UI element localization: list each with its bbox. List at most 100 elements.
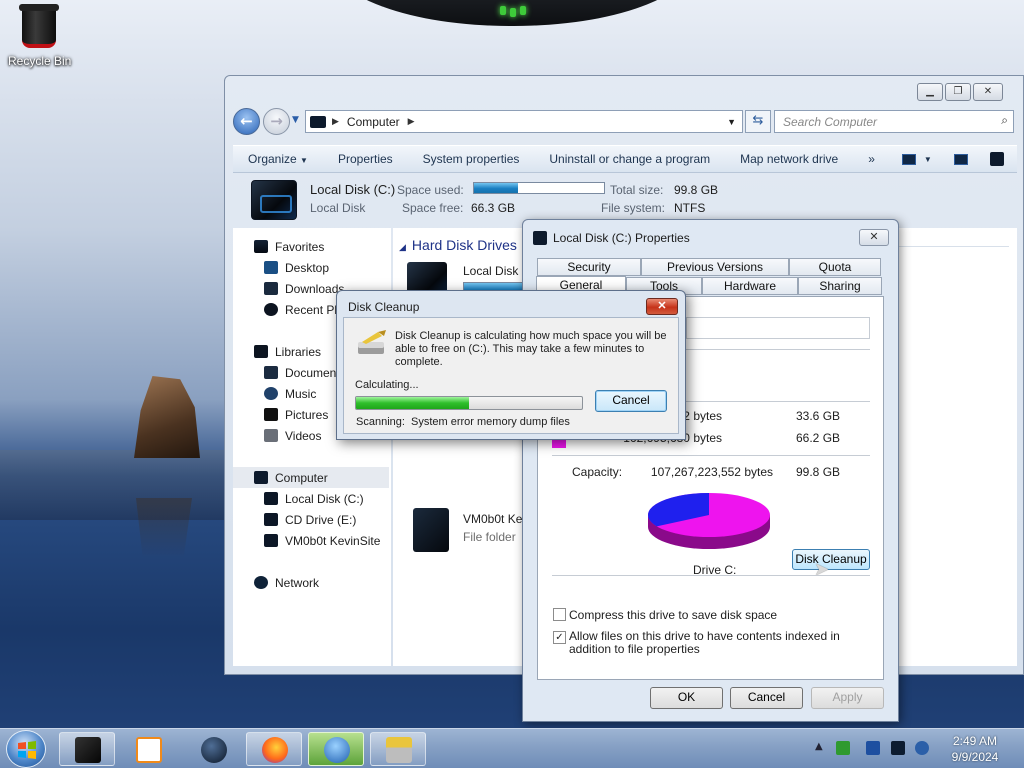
nav-videos[interactable]: Videos (264, 425, 321, 446)
back-button[interactable]: ← (233, 108, 260, 135)
taskbar-firefox[interactable] (246, 732, 302, 766)
details-drive-name: Local Disk (C:) (310, 182, 396, 197)
space-used-bar (473, 182, 605, 194)
tab-security[interactable]: Security (537, 258, 641, 276)
compress-checkbox[interactable] (553, 608, 566, 621)
search-input[interactable]: Search Computer ⌕ (774, 110, 1014, 133)
start-button[interactable] (6, 730, 46, 768)
breadcrumb-chevron-icon: ▶ (407, 116, 415, 126)
search-placeholder: Search Computer (783, 115, 878, 129)
arrow-right-icon: → (270, 112, 283, 130)
ok-button[interactable]: OK (650, 687, 723, 709)
clock-time: 2:49 AM (952, 734, 998, 748)
tab-hardware[interactable]: Hardware (702, 277, 798, 295)
network-icon (254, 576, 268, 589)
cleanup-close-button[interactable]: ✕ (646, 298, 678, 315)
nav-downloads[interactable]: Downloads (264, 278, 344, 299)
tray-volume-icon[interactable] (915, 741, 929, 755)
tab-quota[interactable]: Quota (789, 258, 881, 276)
index-checkbox[interactable]: ✓ (553, 631, 566, 644)
taskbar-media-player[interactable] (120, 732, 176, 766)
refresh-button[interactable]: ⇆ (745, 110, 771, 133)
nav-cd-drive-e[interactable]: CD Drive (E:) (264, 509, 356, 530)
nav-libraries[interactable]: Libraries (254, 341, 321, 362)
drive-label-input[interactable] (686, 317, 870, 339)
nav-music[interactable]: Music (264, 383, 316, 404)
divider (552, 455, 870, 456)
taskbar-clock[interactable]: 2:49 AM 9/9/2024 (940, 733, 1010, 765)
tray-network-icon[interactable] (891, 741, 905, 755)
wallpaper-rock (134, 376, 200, 458)
minimize-button[interactable]: ▁ (917, 83, 943, 101)
scanning-label: Scanning: (356, 416, 405, 428)
map-network-drive-command[interactable]: Map network drive (725, 152, 853, 166)
taskbar-disk-cleanup[interactable] (370, 732, 426, 766)
cancel-button[interactable]: Cancel (730, 687, 803, 709)
refresh-icon: ⇆ (752, 113, 764, 128)
nav-pictures[interactable]: Pictures (264, 404, 328, 425)
computer-icon (310, 115, 326, 128)
disk-cleanup-dialog: Disk Cleanup ✕ Disk Cleanup is calculati… (336, 290, 686, 440)
more-commands-button[interactable]: » (853, 152, 890, 166)
arrow-left-icon: ← (240, 112, 253, 130)
cd-drive-icon (264, 513, 278, 526)
change-view-icon[interactable] (901, 153, 916, 165)
taskbar-download-manager[interactable] (308, 732, 364, 766)
wallpaper-rock-reflection (136, 498, 192, 558)
nav-desktop[interactable]: Desktop (264, 257, 329, 278)
uninstall-program-command[interactable]: Uninstall or change a program (534, 152, 725, 166)
view-dropdown-icon[interactable]: ▼ (924, 155, 932, 164)
cleanup-title: Disk Cleanup (348, 300, 420, 314)
tab-previous-versions[interactable]: Previous Versions (641, 258, 789, 276)
nav-computer[interactable]: Computer (233, 467, 389, 488)
space-used-label: Space used: (397, 183, 464, 197)
pictures-icon (264, 408, 278, 421)
taskbar-globe[interactable] (185, 732, 241, 766)
properties-command[interactable]: Properties (323, 152, 408, 166)
apply-button[interactable]: Apply (811, 687, 884, 709)
tab-sharing[interactable]: Sharing (798, 277, 882, 295)
windows-logo-icon (18, 741, 36, 759)
capacity-bytes: 107,267,223,552 bytes (650, 465, 773, 479)
globe-icon (201, 737, 227, 763)
nav-vm0b0t-kevinsite[interactable]: VM0b0t KevinSite (264, 530, 380, 551)
close-button[interactable]: ✕ (973, 83, 1003, 101)
network-drive-icon (264, 534, 278, 547)
total-size-value: 99.8 GB (674, 183, 719, 197)
organize-menu[interactable]: Organize ▼ (233, 152, 323, 166)
address-bar[interactable]: ▶ Computer ▶ ▼ (305, 110, 743, 133)
compress-label: Compress this drive to save disk space (569, 608, 778, 622)
recent-places-icon (264, 303, 278, 316)
help-icon[interactable] (989, 152, 1004, 166)
taskbar-explorer[interactable] (59, 732, 115, 766)
capacity-gb: 99.8 GB (796, 465, 841, 479)
downloads-icon (264, 282, 278, 295)
item-sub: File folder (463, 530, 516, 544)
address-dropdown-icon[interactable]: ▼ (727, 117, 736, 127)
cleanup-cancel-button[interactable]: Cancel (595, 390, 667, 412)
disk-cleanup-button[interactable]: Disk Cleanup (792, 549, 870, 570)
desktop-icon-recycle-bin[interactable]: Recycle Bin (8, 4, 71, 68)
recent-pages-dropdown[interactable]: ▼ (292, 115, 299, 125)
navigation-row: ← → ▼ ▶ Computer ▶ ▼ ⇆ Search Computer ⌕ (233, 108, 1017, 136)
show-hidden-icons-button[interactable]: ▲ (815, 741, 823, 752)
preview-pane-icon[interactable] (953, 153, 968, 165)
index-label: Allow files on this drive to have conten… (569, 629, 840, 656)
file-system-label: File system: (601, 201, 666, 215)
properties-close-button[interactable]: ✕ (859, 229, 889, 246)
maximize-button[interactable]: ❐ (945, 83, 971, 101)
nav-network[interactable]: Network (254, 572, 319, 593)
nav-documents[interactable]: Documents (264, 362, 346, 383)
nav-favorites[interactable]: Favorites (254, 236, 324, 257)
tray-download-icon[interactable] (836, 741, 850, 755)
music-icon (264, 387, 278, 400)
tray-app-icon[interactable] (866, 741, 880, 755)
system-properties-command[interactable]: System properties (408, 152, 535, 166)
nav-local-disk-c[interactable]: Local Disk (C:) (264, 488, 364, 509)
file-system-value: NTFS (674, 201, 706, 215)
forward-button[interactable]: → (263, 108, 290, 135)
hard-drive-icon (533, 231, 547, 245)
total-size-label: Total size: (610, 183, 664, 197)
group-header[interactable]: ◢ Hard Disk Drives (399, 237, 517, 253)
breadcrumb-computer[interactable]: Computer (347, 115, 400, 129)
